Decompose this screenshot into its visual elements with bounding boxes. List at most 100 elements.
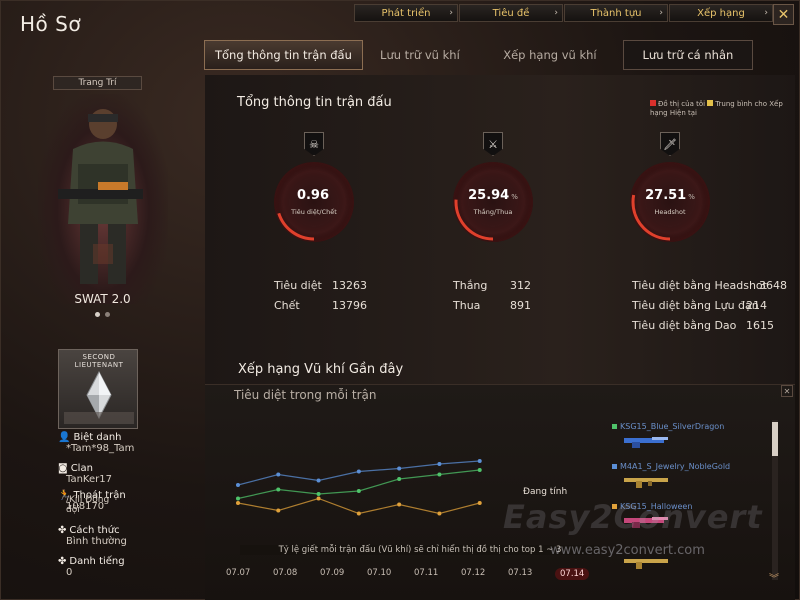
nav-title-label: Tiêu đề — [492, 7, 530, 19]
nav-growth-label: Phát triển — [381, 7, 431, 19]
series-line — [237, 469, 480, 500]
clan-block: ◙ Clan TanKer17 — [58, 463, 112, 485]
nav-achievement-button[interactable]: Thành tựu › — [564, 4, 668, 22]
x-tick-label: 07.08 — [273, 568, 298, 578]
method-label: Cách thức — [69, 525, 120, 536]
data-point — [477, 501, 482, 505]
nav-growth-button[interactable]: Phát triển › — [354, 4, 458, 22]
headshot-kills-value: 3648 — [759, 279, 787, 292]
weapon-name-row: M4A1_S_Jewelry_NobleGold — [612, 462, 730, 471]
character-avatar[interactable] — [38, 94, 168, 304]
x-tick-label[interactable]: 07.14 — [555, 568, 590, 580]
tab-weapon-storage[interactable]: Lưu trữ vũ khí — [363, 40, 477, 70]
grenade-kills-label: Tiêu diệt bằng Lựu đạn — [632, 299, 759, 312]
carousel-dots[interactable] — [95, 312, 110, 317]
gauge-value-unit: % — [688, 193, 695, 201]
x-tick-label: 07.11 — [414, 568, 439, 578]
gauge-value-number: 27.51 — [645, 188, 687, 203]
gauge-value: 25.94% — [453, 188, 533, 203]
fame-row: ✤ Danh tiếng — [58, 556, 125, 567]
character-name: SWAT 2.0 — [74, 292, 131, 306]
x-tick-label: 07.13 — [508, 568, 533, 578]
chart-legend: Đồ thị của tôi Trung bình cho Xếp hạng H… — [650, 100, 790, 118]
data-point — [236, 501, 240, 505]
nav-title-button[interactable]: Tiêu đề › — [459, 4, 563, 22]
summary-title: Tổng thông tin trận đấu — [237, 95, 392, 110]
shotgun-icon — [624, 437, 668, 448]
weapon-name: KSG15_Blue_SilverDragon — [620, 422, 725, 431]
knife-kills-label: Tiêu diệt bằng Dao — [632, 319, 737, 332]
deaths-value: 13796 — [332, 299, 367, 312]
win-loss-gauge: ⚔ 25.94% Thắng/Thua — [453, 132, 533, 242]
data-point — [276, 487, 281, 492]
data-point — [437, 472, 442, 477]
losses-value: 891 — [510, 299, 531, 312]
legend-mine-swatch — [650, 100, 656, 106]
profile-sidebar: Trang Trí SWAT 2.0 SECOND LIEUTENANT 👤 Bi… — [0, 60, 205, 600]
data-point — [437, 511, 442, 516]
close-button[interactable]: ✕ — [773, 4, 794, 25]
x-tick-label: 07.07 — [226, 568, 251, 578]
escape-block: 🏃 Thoát trận 108170 /Kill Đồng đội — [58, 490, 126, 515]
decorate-button[interactable]: Trang Trí — [53, 76, 142, 90]
calculating-status: Đang tính — [523, 487, 568, 497]
data-point — [236, 483, 240, 487]
headshot-gauge: 🗡 27.51% Headshot — [630, 132, 710, 242]
top-nav: Phát triển › Tiêu đề › Thành tựu › Xếp hạng… — [354, 4, 774, 22]
gauge-value-unit: % — [511, 193, 518, 201]
tab-personal-storage[interactable]: Lưu trữ cá nhân — [622, 40, 753, 70]
nickname-label: Biệt danh — [73, 432, 122, 443]
data-point — [437, 462, 442, 466]
chevron-right-icon: › — [554, 8, 558, 18]
knife-kills-value: 1615 — [746, 319, 774, 332]
weapon-list-scrollbar[interactable] — [772, 420, 778, 580]
kills-per-match-chart — [236, 459, 482, 516]
kills-label: Tiêu diệt — [274, 279, 322, 292]
gauge-value: 27.51% — [630, 188, 710, 203]
x-tick-label: 07.12 — [461, 568, 486, 578]
headshot-kills-label: Tiêu diệt bằng Headshot — [632, 279, 767, 292]
wins-value: 312 — [510, 279, 531, 292]
losses-label: Thua — [453, 299, 481, 312]
chart-note: Tỷ lệ giết mỗi trận đấu (Vũ khí) sẽ chỉ … — [240, 545, 600, 555]
rifle-icon — [624, 478, 668, 488]
clan-row: ◙ Clan — [58, 463, 112, 474]
weapon-item[interactable]: KSG15_Blue_SilverDragon — [612, 422, 724, 453]
grenade-kills-value: 214 — [746, 299, 767, 312]
data-point — [276, 472, 281, 477]
close-icon: ✕ — [783, 386, 791, 396]
tab-bar: Tổng thông tin trận đấu Lưu trữ vũ khí X… — [204, 40, 753, 70]
shield-icon: ◙ — [58, 463, 68, 474]
tab-match-summary[interactable]: Tổng thông tin trận đấu — [204, 40, 363, 70]
carousel-dot[interactable] — [95, 312, 100, 317]
weapon-color-swatch — [612, 424, 617, 429]
kills-value: 13263 — [332, 279, 367, 292]
nickname-block: 👤 Biệt danh *Tam*98_Tam — [58, 432, 134, 454]
soldier-figure-icon — [58, 109, 143, 284]
data-point — [356, 469, 361, 474]
wins-label: Thắng — [453, 279, 488, 292]
legend-avg-swatch — [707, 100, 714, 106]
escape-value-wrap: 108170 /Kill Đồng đội — [66, 495, 126, 515]
gauge-label: Headshot — [654, 208, 686, 216]
data-point — [316, 492, 321, 496]
method-value: Bình thường — [66, 536, 127, 547]
watermark-url: www.easy2convert.com — [550, 543, 705, 558]
tab-weapon-ranking[interactable]: Xếp hạng vũ khí — [477, 40, 623, 70]
scrollbar-thumb[interactable] — [772, 422, 778, 456]
nav-ranking-button[interactable]: Xếp hạng › — [669, 4, 773, 22]
escape-overlay: /Kill Đồng đội — [66, 495, 110, 515]
nickname-row: 👤 Biệt danh — [58, 432, 134, 443]
data-point — [397, 466, 402, 471]
window-title: Hồ Sơ — [20, 12, 82, 36]
deaths-label: Chết — [274, 299, 300, 312]
panel-close-button[interactable]: ✕ — [781, 385, 793, 397]
rank-badge: SECOND LIEUTENANT — [58, 349, 138, 429]
chevron-down-icon[interactable]: ︾ — [769, 570, 779, 585]
fame-value: 0 — [66, 567, 73, 578]
fame-label: Danh tiếng — [69, 556, 125, 567]
carousel-dot[interactable] — [105, 312, 110, 317]
weapon-item[interactable]: M4A1_S_Jewelry_NobleGold — [612, 462, 730, 493]
method-row: ✤ Cách thức — [58, 525, 127, 536]
chevron-right-icon: › — [449, 8, 453, 18]
